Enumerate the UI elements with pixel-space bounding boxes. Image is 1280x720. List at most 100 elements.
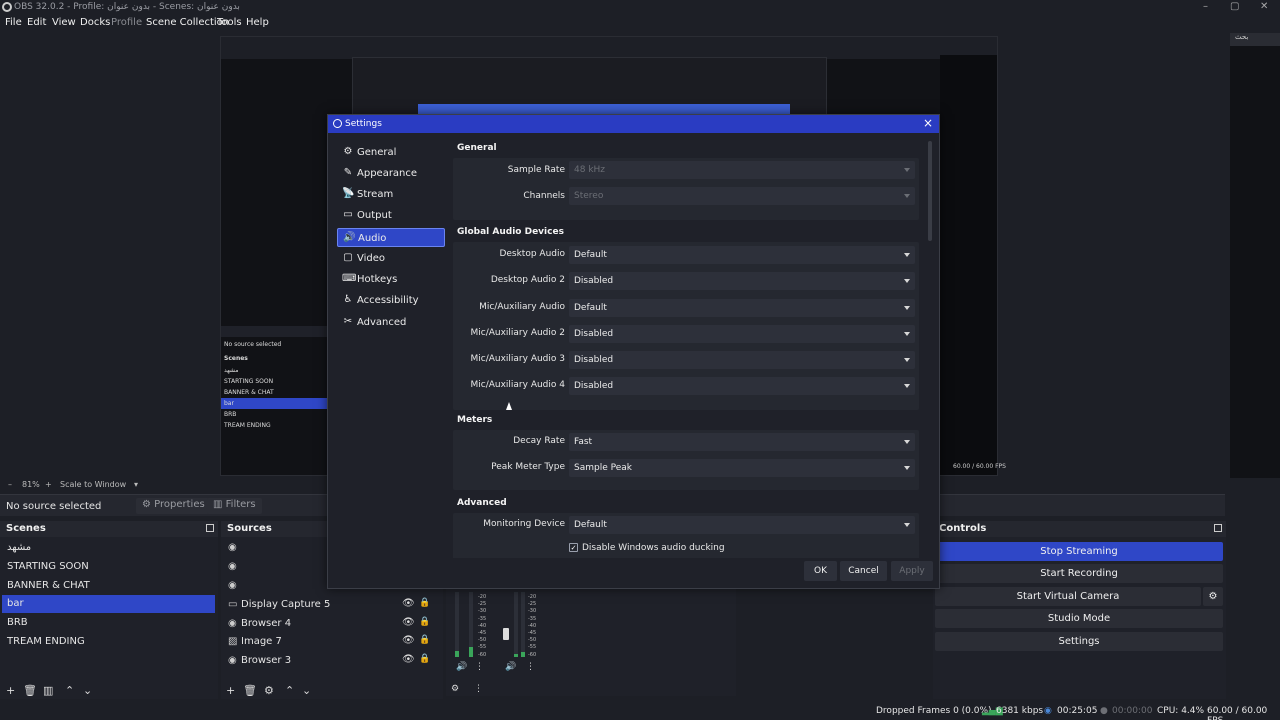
sample-rate-select[interactable]: 48 kHz — [569, 161, 915, 179]
scene-item[interactable]: TREAM ENDING — [2, 633, 215, 651]
menu-edit[interactable]: Edit — [27, 17, 46, 28]
zoom-in-button[interactable]: + — [45, 480, 52, 489]
settings-scrollbar[interactable] — [928, 141, 932, 241]
scene-item[interactable]: BRB — [2, 614, 215, 632]
scale-mode-select[interactable]: Scale to Window — [60, 480, 126, 489]
mic-audio-2-select[interactable]: Disabled — [569, 325, 915, 343]
stop-streaming-button[interactable]: Stop Streaming — [935, 542, 1223, 561]
meter-fill — [469, 647, 473, 657]
close-icon[interactable]: ✕ — [1260, 1, 1268, 12]
lock-icon[interactable]: 🔒 — [419, 617, 430, 627]
monitoring-device-select[interactable]: Default — [569, 516, 915, 534]
ok-button[interactable]: OK — [804, 561, 837, 581]
nav-video[interactable]: ▢ Video — [337, 249, 445, 268]
filters-label: Filters — [225, 499, 256, 510]
trash-icon[interactable]: 🗑 — [243, 684, 257, 697]
scene-item-selected[interactable]: bar — [2, 595, 215, 613]
menu-file[interactable]: File — [5, 17, 22, 28]
speaker-icon[interactable]: 🔊 — [456, 662, 467, 672]
move-down-icon[interactable]: ⌄ — [83, 684, 92, 697]
source-item[interactable]: ▭ Display Capture 5 👁 🔒 — [224, 596, 442, 614]
mixer-settings-icon[interactable]: ⚙ — [451, 684, 459, 694]
volume-slider-handle[interactable] — [503, 628, 509, 640]
scene-item[interactable]: مشهد — [2, 539, 215, 557]
nav-hotkeys[interactable]: ⌨ Hotkeys — [337, 270, 445, 289]
more-options-icon[interactable]: ⋮ — [475, 662, 484, 672]
minimize-icon[interactable]: – — [1203, 1, 1208, 12]
nav-label: Accessibility — [357, 295, 419, 306]
group-advanced: Monitoring Device Default ✓ Disable Wind… — [453, 513, 919, 558]
nav-general[interactable]: ⚙ General — [337, 143, 445, 162]
mic-audio-4-select[interactable]: Disabled — [569, 377, 915, 395]
undock-icon[interactable] — [206, 524, 214, 532]
menu-tools[interactable]: Tools — [217, 17, 242, 28]
nav-audio[interactable]: 🔊 Audio — [337, 228, 445, 247]
cancel-button[interactable]: Cancel — [840, 561, 887, 581]
undock-icon[interactable] — [1214, 524, 1222, 532]
gear-icon[interactable]: ⚙ — [264, 684, 274, 697]
eye-icon[interactable]: 👁 — [402, 654, 415, 665]
menu-help[interactable]: Help — [246, 17, 269, 28]
desktop-audio-label: Desktop Audio — [499, 249, 565, 259]
lock-icon[interactable]: 🔒 — [419, 635, 430, 645]
filter-icon[interactable]: ▥ — [43, 684, 53, 697]
source-item[interactable]: ▨ Image 7 👁 🔒 — [224, 633, 442, 651]
nav-advanced[interactable]: ✂ Advanced — [337, 313, 445, 332]
eye-icon[interactable]: 👁 — [402, 635, 415, 646]
scene-item[interactable]: STARTING SOON — [2, 558, 215, 576]
mic-audio-3-select[interactable]: Disabled — [569, 351, 915, 369]
add-source-icon[interactable]: + — [226, 684, 235, 697]
lock-icon[interactable]: 🔒 — [419, 598, 430, 608]
group-meters-title: Meters — [457, 415, 493, 425]
channels-select[interactable]: Stereo — [569, 187, 915, 205]
menu-view[interactable]: View — [52, 17, 76, 28]
add-scene-icon[interactable]: + — [6, 684, 15, 697]
browser-icon: ◉ — [228, 580, 237, 591]
lock-icon[interactable]: 🔒 — [419, 654, 430, 664]
virtual-camera-gear-icon[interactable]: ⚙ — [1203, 587, 1223, 606]
menu-docks[interactable]: Docks — [80, 17, 110, 28]
trash-icon[interactable]: 🗑 — [23, 684, 37, 697]
peak-meter-select[interactable]: Sample Peak — [569, 459, 915, 477]
properties-button[interactable]: ⚙ Properties — [136, 498, 211, 514]
nav-output[interactable]: ▭ Output — [337, 206, 445, 225]
checkmark-icon[interactable]: ✓ — [569, 543, 578, 552]
desktop-audio-select[interactable]: Default — [569, 246, 915, 264]
speaker-icon[interactable]: 🔊 — [505, 662, 516, 672]
mic-audio-select[interactable]: Default — [569, 299, 915, 317]
mouse-cursor-icon — [506, 402, 512, 410]
nav-stream[interactable]: 📡 Stream — [337, 185, 445, 204]
decay-rate-value: Fast — [574, 437, 593, 447]
browser-icon: ◉ — [228, 561, 237, 572]
chevron-down-icon[interactable]: ▾ — [134, 480, 138, 489]
more-options-icon[interactable]: ⋮ — [474, 684, 483, 694]
desktop-audio-2-select[interactable]: Disabled — [569, 272, 915, 290]
decay-rate-select[interactable]: Fast — [569, 433, 915, 451]
move-down-icon[interactable]: ⌄ — [302, 684, 311, 697]
source-item[interactable]: ◉ Browser 3 👁 🔒 — [224, 652, 442, 670]
source-item[interactable]: ◉ Browser 4 👁 🔒 — [224, 615, 442, 633]
move-up-icon[interactable]: ⌃ — [285, 684, 294, 697]
record-time: 00:00:00 — [1112, 706, 1153, 716]
studio-mode-button[interactable]: Studio Mode — [935, 609, 1223, 628]
zoom-bar: – 81% + Scale to Window ▾ — [0, 478, 330, 492]
eye-icon[interactable]: 👁 — [402, 617, 415, 628]
apply-button[interactable]: Apply — [891, 561, 933, 581]
eye-icon[interactable]: 👁 — [402, 598, 415, 609]
settings-button[interactable]: Settings — [935, 632, 1223, 651]
close-icon[interactable]: × — [923, 116, 933, 130]
maximize-icon[interactable]: ▢ — [1230, 1, 1239, 12]
zoom-out-button[interactable]: – — [8, 480, 12, 489]
dropped-frames: Dropped Frames 0 (0.0%) — [876, 706, 992, 716]
nav-appearance[interactable]: ✎ Appearance — [337, 164, 445, 183]
start-virtual-camera-button[interactable]: Start Virtual Camera — [935, 587, 1201, 606]
move-up-icon[interactable]: ⌃ — [65, 684, 74, 697]
start-recording-button[interactable]: Start Recording — [935, 564, 1223, 583]
scene-item[interactable]: BANNER & CHAT — [2, 577, 215, 595]
filters-button[interactable]: ▥ Filters — [207, 498, 262, 514]
menu-profile[interactable]: Profile — [111, 17, 142, 28]
more-options-icon[interactable]: ⋮ — [526, 662, 535, 672]
dialog-title: Settings — [345, 119, 382, 129]
sources-title: Sources — [227, 523, 272, 534]
nav-accessibility[interactable]: ♿ Accessibility — [337, 291, 445, 310]
